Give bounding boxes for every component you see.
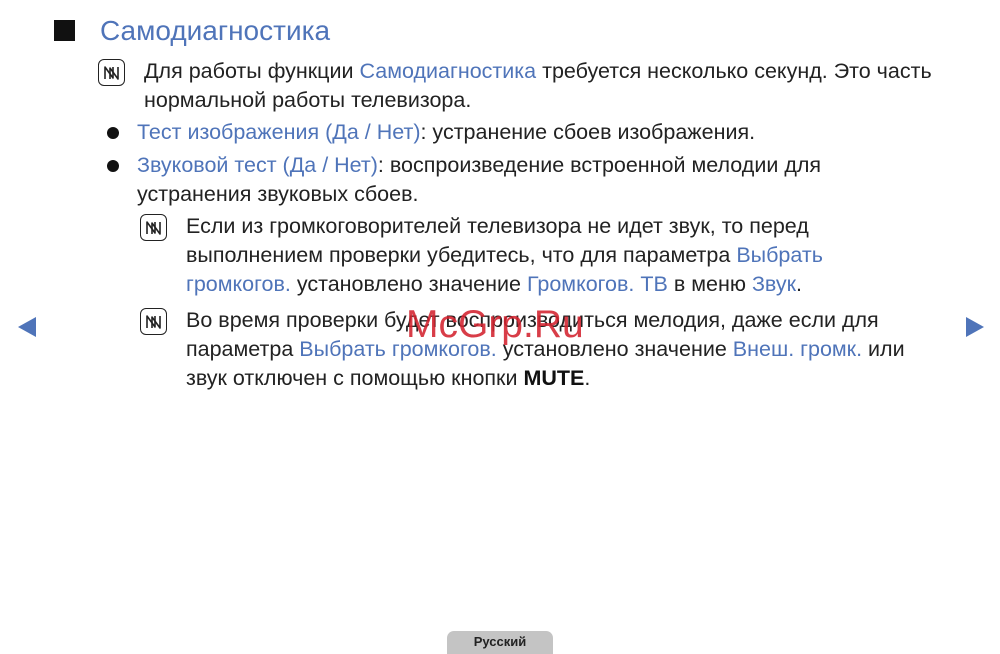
highlight-self-diagnosis: Самодиагностика xyxy=(359,59,537,83)
highlight-sound-menu: Звук xyxy=(751,272,797,296)
note-text: Для работы функции xyxy=(144,59,360,83)
note-icon xyxy=(140,308,167,335)
bullet-picture-test: Тест изображения (Да / Нет): устранение … xyxy=(137,118,937,147)
page-title: Самодиагностика xyxy=(100,15,331,46)
mute-button-label: MUTE xyxy=(523,366,585,390)
bullet-sound-test: Звуковой тест (Да / Нет): воспроизведени… xyxy=(137,151,889,209)
watermark: McGrp.Ru xyxy=(406,303,584,346)
arrow-right-icon[interactable] xyxy=(966,317,984,337)
note-self-diagnosis: Для работы функции Самодиагностика требу… xyxy=(144,57,944,115)
language-tab: Русский xyxy=(447,631,553,654)
title-square-icon xyxy=(54,20,75,41)
highlight-picture-test: Тест изображения (Да / Нет) xyxy=(137,120,421,144)
bullet-dot-icon xyxy=(107,127,119,139)
highlight-external-speaker: Внеш. громк. xyxy=(732,337,863,361)
note-icon xyxy=(98,59,125,86)
note-text: . xyxy=(796,272,803,296)
note-text: установлено значение xyxy=(290,272,527,296)
bullet-dot-icon xyxy=(107,160,119,172)
note-text: в меню xyxy=(667,272,752,296)
arrow-left-icon[interactable] xyxy=(18,317,36,337)
note-icon xyxy=(140,214,167,241)
note-text: . xyxy=(584,366,591,390)
note-speaker-check: Если из громкоговорителей телевизора не … xyxy=(186,212,888,299)
note-text: Если из громкоговорителей телевизора не … xyxy=(186,214,809,267)
bullet-text: : устранение сбоев изображения. xyxy=(420,120,756,144)
highlight-tv-speaker: Громкогов. ТВ xyxy=(526,272,668,296)
highlight-sound-test: Звуковой тест (Да / Нет) xyxy=(137,153,378,177)
